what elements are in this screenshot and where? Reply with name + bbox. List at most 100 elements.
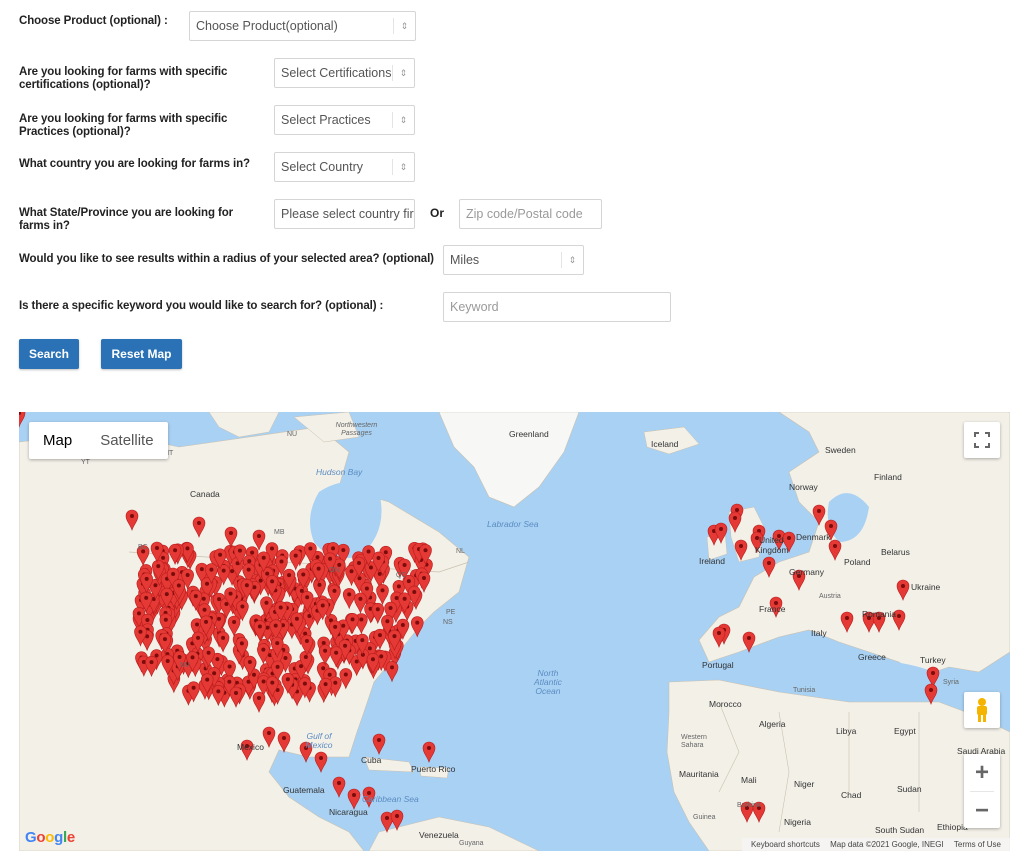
map-marker[interactable] — [390, 809, 404, 831]
state-select[interactable]: Please select country fir — [274, 199, 415, 229]
map-label-burkina: Burkina — [737, 802, 761, 809]
map-marker[interactable] — [734, 539, 748, 561]
product-select[interactable]: Choose Product(optional) ⇕ — [189, 11, 416, 41]
map-type-control: Map Satellite — [29, 422, 168, 459]
map-data-attribution: Map data ©2021 Google, INEGI — [830, 840, 944, 849]
map-marker[interactable] — [712, 626, 726, 648]
map-label-pe: PE — [446, 609, 456, 616]
map-marker[interactable] — [229, 686, 243, 708]
map-marker[interactable] — [224, 526, 238, 548]
reset-map-button[interactable]: Reset Map — [101, 339, 182, 369]
map-marker[interactable] — [262, 726, 276, 748]
search-button[interactable]: Search — [19, 339, 79, 369]
map-marker[interactable] — [372, 733, 386, 755]
map-marker[interactable] — [410, 616, 424, 638]
map-marker[interactable] — [125, 509, 139, 531]
map-marker[interactable] — [332, 776, 346, 798]
select-arrows-icon: ⇕ — [561, 252, 583, 268]
practices-select[interactable]: Select Practices ⇕ — [274, 105, 415, 135]
zoom-control: + − — [964, 754, 1000, 828]
map-label-united: United — [759, 535, 784, 545]
fullscreen-button[interactable] — [964, 422, 1000, 458]
map-marker[interactable] — [840, 611, 854, 633]
map-marker[interactable] — [19, 412, 26, 428]
map-marker[interactable] — [145, 655, 158, 678]
map-label-ireland: Ireland — [699, 556, 725, 566]
map-marker[interactable] — [728, 511, 742, 533]
map-marker[interactable] — [227, 615, 241, 637]
map-label-greece: Greece — [858, 652, 886, 662]
map-type-map-button[interactable]: Map — [29, 422, 86, 459]
map-label-sudan: Sudan — [897, 784, 922, 794]
map-marker[interactable] — [277, 731, 291, 753]
keyboard-shortcuts-link[interactable]: Keyboard shortcuts — [751, 840, 820, 849]
map-label-mexico: Mexico — [237, 742, 264, 752]
zip-input[interactable] — [459, 199, 602, 229]
map-label-france: France — [759, 604, 786, 614]
map-marker[interactable] — [896, 579, 910, 601]
map-canvas[interactable]: Canada Hudson Bay Greenland Iceland Swed… — [19, 412, 1010, 851]
country-label: What country you are looking for farms i… — [19, 158, 250, 170]
map-label-nv: NV — [180, 662, 190, 669]
radius-select[interactable]: Miles ⇕ — [443, 245, 584, 275]
country-select[interactable]: Select Country ⇕ — [274, 152, 415, 182]
map-marker[interactable] — [318, 644, 332, 666]
map-marker[interactable] — [342, 588, 356, 610]
certifications-select[interactable]: Select Certifications ⇕ — [274, 58, 415, 88]
map-marker[interactable] — [926, 666, 940, 688]
map-label-guinea: Guinea — [693, 814, 716, 821]
map-label-germany: Germany — [789, 567, 824, 577]
product-select-value: Choose Product(optional) — [196, 19, 338, 33]
map-marker[interactable] — [314, 751, 328, 773]
map-label-portugal: Portugal — [702, 660, 734, 670]
map-marker[interactable] — [828, 539, 842, 561]
map-label-canada: Canada — [190, 489, 220, 499]
map-marker[interactable] — [742, 631, 756, 653]
map-label-qc: QC — [396, 572, 407, 579]
map-label-norway: Norway — [789, 482, 818, 492]
map-marker[interactable] — [339, 668, 353, 690]
map-marker[interactable] — [812, 504, 826, 526]
country-select-value: Select Country — [281, 160, 363, 174]
map-marker[interactable] — [192, 516, 206, 538]
select-arrows-icon: ⇕ — [392, 159, 414, 175]
map-marker[interactable] — [376, 584, 389, 606]
map-marker[interactable] — [216, 631, 230, 653]
fullscreen-icon — [974, 432, 990, 448]
map-label-nl: NL — [456, 548, 465, 555]
map-marker[interactable] — [347, 788, 361, 810]
state-label: What State/Province you are looking for … — [19, 207, 233, 232]
map-label-denmark: Denmark — [796, 532, 831, 542]
map-marker[interactable] — [253, 620, 267, 642]
map-label-on: ON — [329, 567, 340, 574]
map-label-mauritania: Mauritania — [679, 769, 719, 779]
map-label-italy: Italy — [811, 628, 827, 638]
practices-select-value: Select Practices — [281, 113, 371, 127]
map-marker[interactable] — [422, 741, 436, 763]
map-label-finland: Finland — [874, 472, 902, 482]
map-marker[interactable] — [924, 683, 938, 705]
map-label-south-sudan: South Sudan — [875, 825, 925, 835]
map-label-northwestern-passages: Northwestern Passages — [335, 422, 378, 437]
map-label-iceland: Iceland — [651, 439, 679, 449]
zoom-out-button[interactable]: − — [964, 792, 1000, 829]
map-label-austria: Austria — [819, 593, 841, 600]
terms-of-use-link[interactable]: Terms of Use — [954, 840, 1001, 849]
map-label-belarus: Belarus — [881, 547, 910, 557]
map-marker[interactable] — [168, 543, 182, 566]
street-view-pegman-button[interactable] — [964, 692, 1000, 728]
map-marker[interactable] — [385, 661, 399, 683]
keyword-input[interactable] — [443, 292, 671, 322]
map-label-sweden: Sweden — [825, 445, 856, 455]
map-type-satellite-button[interactable]: Satellite — [86, 422, 167, 459]
map-marker[interactable] — [252, 691, 266, 713]
map-attribution: Keyboard shortcuts Map data ©2021 Google… — [741, 838, 1010, 851]
zoom-in-button[interactable]: + — [964, 754, 1000, 791]
map-label-romania: Romania — [862, 609, 897, 619]
map-marker[interactable] — [762, 556, 776, 578]
map-label-nicaragua: Nicaragua — [329, 807, 368, 817]
certifications-label: Are you looking for farms with specific … — [19, 66, 228, 91]
map-marker[interactable] — [714, 522, 728, 544]
map-marker[interactable] — [289, 549, 303, 571]
map-label-morocco: Morocco — [709, 699, 742, 709]
